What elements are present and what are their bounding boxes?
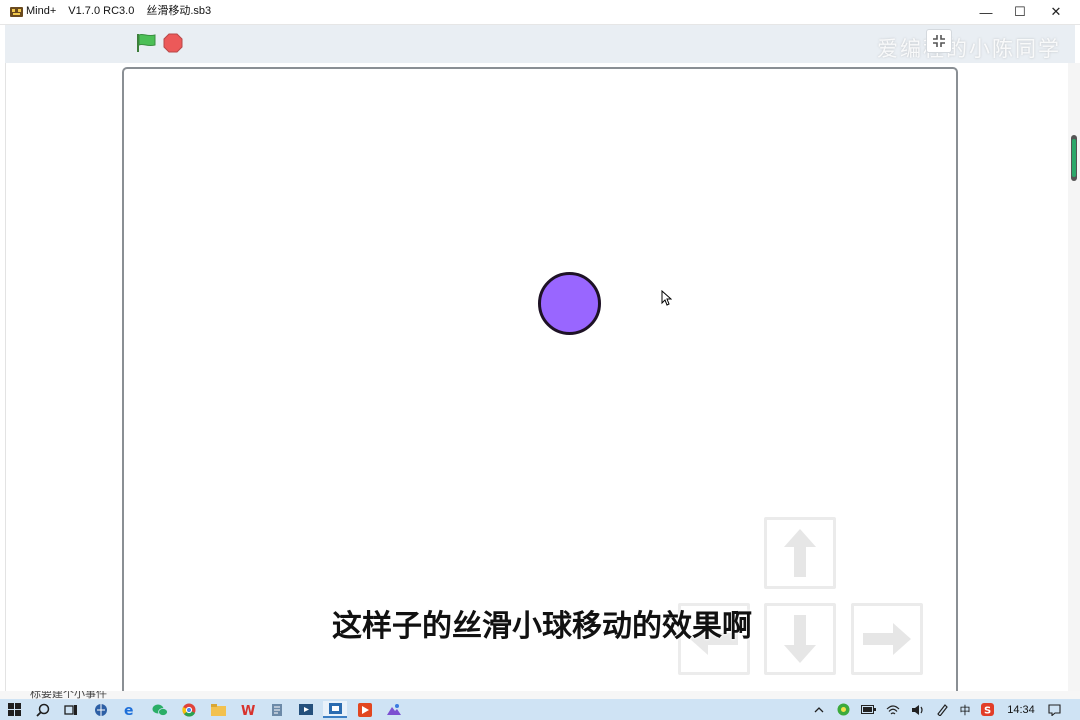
tray-pen[interactable]: [934, 701, 950, 718]
start-button[interactable]: [2, 701, 26, 718]
taskbar-mindplus[interactable]: [323, 701, 347, 718]
taskbar: e W 中 S 14:34: [0, 699, 1080, 720]
green-flag-icon[interactable]: [134, 32, 158, 54]
close-button[interactable]: ✕: [1038, 0, 1074, 24]
left-edge: [5, 63, 6, 691]
battery-icon: [860, 705, 876, 714]
stop-icon[interactable]: [163, 33, 183, 53]
tray-network[interactable]: [885, 701, 901, 718]
close-icon: ✕: [1050, 4, 1062, 19]
notification-icon: [1047, 703, 1061, 716]
taskbar-notepad[interactable]: [265, 701, 289, 718]
title-bar: Mind+ V1.7.0 RC3.0 丝滑移动.sb3 — ☐ ✕: [0, 0, 1080, 25]
sogou-icon: S: [980, 703, 994, 717]
tray-clock[interactable]: 14:34: [1002, 701, 1040, 718]
browser-icon: [95, 703, 107, 716]
start-icon: [7, 703, 21, 716]
photos-icon: [387, 704, 401, 715]
media-icon: [299, 704, 313, 715]
file-explorer-icon: [210, 703, 226, 716]
svg-text:e: e: [124, 703, 134, 717]
chrome-icon: [182, 703, 196, 717]
bottom-strip-text: 标要建个小事件: [30, 691, 107, 699]
maximize-button[interactable]: ☐: [1002, 0, 1038, 24]
file-name: 丝滑移动.sb3: [146, 5, 212, 17]
maximize-icon: ☐: [1014, 4, 1026, 19]
bottom-strip: 标要建个小事件: [0, 691, 1080, 699]
minimize-icon: —: [979, 4, 993, 20]
tray-battery[interactable]: [860, 701, 876, 718]
up-arrow-icon: [784, 529, 816, 577]
tray-notifications[interactable]: [1044, 701, 1064, 718]
taskbar-media[interactable]: [294, 701, 318, 718]
mouse-cursor-icon: [661, 290, 672, 306]
wechat-icon: [152, 704, 168, 716]
scrollbar-thumb-accent: [1072, 139, 1076, 177]
taskbar-photos[interactable]: [382, 701, 406, 718]
tray-ime[interactable]: 中: [955, 701, 975, 718]
search-button[interactable]: [31, 701, 55, 718]
watermark-text: 爱编程的小陈同学: [877, 38, 1061, 61]
taskbar-wechat[interactable]: [148, 701, 172, 718]
mindplus-app-icon: [10, 7, 23, 17]
stage-toolbar: 爱编程的小陈同学: [5, 25, 1075, 63]
svg-text:S: S: [984, 706, 991, 717]
tray-app-green[interactable]: [835, 701, 851, 718]
taskbar-wps[interactable]: W: [236, 701, 260, 718]
chevron-up-icon: [814, 707, 824, 713]
tray-overflow-button[interactable]: [812, 701, 826, 718]
app-name: Mind+: [26, 5, 57, 17]
app-version: V1.7.0 RC3.0: [68, 5, 135, 17]
tray-volume[interactable]: [910, 701, 926, 718]
mindplus-icon: [328, 703, 342, 714]
edge-icon: e: [124, 703, 134, 717]
stage-canvas[interactable]: 这样子的丝滑小球移动的效果啊: [122, 67, 958, 693]
task-view-icon: [64, 704, 77, 715]
taskbar-chrome[interactable]: [177, 701, 201, 718]
wifi-icon: [886, 704, 900, 714]
taskbar-browser[interactable]: [89, 701, 113, 718]
taskbar-file-explorer[interactable]: [206, 701, 230, 718]
exit-fullscreen-button[interactable]: [926, 29, 952, 53]
task-view-button[interactable]: [59, 701, 83, 718]
tray-green-app-icon: [837, 703, 849, 716]
window-title: Mind+ V1.7.0 RC3.0 丝滑移动.sb3: [26, 5, 223, 18]
minimize-button[interactable]: —: [968, 0, 1004, 24]
up-arrow-key[interactable]: [764, 517, 836, 589]
taskbar-edge[interactable]: e: [118, 701, 142, 718]
notepad-icon: [272, 703, 282, 716]
tray-sogou[interactable]: S: [978, 701, 996, 718]
pen-icon: [936, 704, 948, 716]
video-editor-icon: [358, 702, 372, 717]
wps-icon: W: [241, 704, 255, 717]
svg-text:W: W: [241, 704, 255, 717]
volume-icon: [912, 704, 923, 715]
search-icon: [36, 703, 50, 717]
page-scrollbar[interactable]: [1068, 63, 1080, 691]
video-subtitle: 这样子的丝滑小球移动的效果啊: [332, 610, 752, 643]
exit-fullscreen-icon: [933, 35, 945, 47]
ball-sprite[interactable]: [538, 272, 601, 335]
taskbar-video-editor[interactable]: [353, 701, 377, 718]
